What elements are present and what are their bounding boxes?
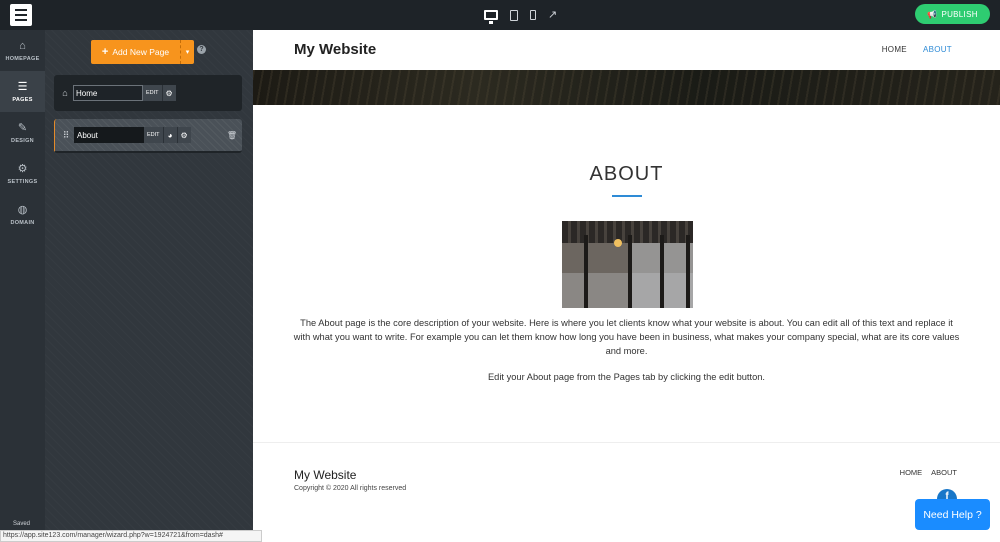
page-row-about[interactable]: ⠿ EDIT ◕ ⚙ 🗑 xyxy=(54,119,242,153)
saved-status: Saved xyxy=(13,521,31,527)
need-help-button[interactable]: Need Help ? xyxy=(915,499,990,530)
brush-icon: ✎ xyxy=(17,121,28,134)
header-banner-image xyxy=(253,70,1000,105)
trash-icon[interactable]: 🗑 xyxy=(227,131,237,140)
nav-settings[interactable]: ⚙ SETTINGS xyxy=(0,153,45,194)
pages-panel: + Add New Page ▾ ? ⌂ EDIT ⚙ ⠿ EDIT ◕ ⚙ 🗑 xyxy=(45,30,253,542)
site-title[interactable]: My Website xyxy=(294,41,376,58)
top-toolbar: ↗ 📢 PUBLISH xyxy=(0,0,1000,30)
page-name-input-home[interactable] xyxy=(73,85,143,101)
footer-nav-about[interactable]: ABOUT xyxy=(931,468,957,477)
gear-icon[interactable]: ⚙ xyxy=(161,85,176,101)
gear-icon[interactable]: ⚙ xyxy=(176,127,191,143)
site-nav-home[interactable]: HOME xyxy=(882,45,907,54)
home-icon: ⌂ xyxy=(19,39,26,52)
footer-divider xyxy=(253,442,1000,443)
nav-design[interactable]: ✎ DESIGN xyxy=(0,112,45,153)
drag-handle-icon[interactable]: ⠿ xyxy=(58,130,74,141)
desktop-icon[interactable] xyxy=(484,10,498,24)
site-nav-about[interactable]: ABOUT xyxy=(923,45,952,54)
palette-icon[interactable]: ◕ xyxy=(162,127,177,143)
plus-icon: + xyxy=(101,46,109,58)
edit-page-button[interactable]: EDIT xyxy=(144,127,163,143)
website-preview: My Website HOME ABOUT ABOUT The About pa… xyxy=(253,30,1000,542)
site123-logo[interactable] xyxy=(10,4,32,26)
add-page-button-group: + Add New Page ▾ xyxy=(91,40,194,64)
nav-domain[interactable]: ◍ DOMAIN xyxy=(0,194,45,235)
device-preview-switcher: ↗ xyxy=(484,7,557,24)
external-link-icon[interactable]: ↗ xyxy=(548,7,557,23)
nav-pages[interactable]: ☰ PAGES xyxy=(0,71,45,112)
globe-icon: ◍ xyxy=(17,203,28,216)
publish-button[interactable]: 📢 PUBLISH xyxy=(915,4,990,24)
about-edit-hint: Edit your About page from the Pages tab … xyxy=(487,372,765,382)
site-header: My Website HOME ABOUT xyxy=(253,30,1000,70)
tablet-icon[interactable] xyxy=(510,9,518,21)
browser-status-url: https://app.site123.com/manager/wizard.p… xyxy=(0,530,262,542)
caret-down-icon: ▾ xyxy=(185,49,190,56)
megaphone-icon: 📢 xyxy=(927,9,938,19)
nav-homepage[interactable]: ⌂ HOMEPAGE xyxy=(0,30,45,71)
footer-nav: HOME ABOUT xyxy=(900,468,957,477)
footer-site-title: My Website xyxy=(294,468,357,482)
footer-copyright: Copyright © 2020 All rights reserved xyxy=(294,485,407,492)
publish-label: PUBLISH xyxy=(941,9,978,19)
office-corridor-image xyxy=(562,221,693,308)
add-new-page-button[interactable]: + Add New Page xyxy=(91,40,180,64)
home-icon: ⌂ xyxy=(62,88,68,98)
help-icon[interactable]: ? xyxy=(197,45,206,54)
about-heading: ABOUT xyxy=(589,163,664,185)
about-description: The About page is the core description o… xyxy=(293,318,960,356)
site-nav: HOME ABOUT xyxy=(882,45,952,54)
left-navigation: ⌂ HOMEPAGE ☰ PAGES ✎ DESIGN ⚙ SETTINGS ◍… xyxy=(0,30,45,542)
page-name-input-about[interactable] xyxy=(74,127,144,143)
footer-nav-home[interactable]: HOME xyxy=(900,468,923,477)
gear-icon: ⚙ xyxy=(17,162,28,175)
page-row-home: ⌂ EDIT ⚙ xyxy=(54,75,242,111)
add-page-dropdown-button[interactable]: ▾ xyxy=(180,40,194,64)
heading-divider xyxy=(612,195,642,197)
phone-icon[interactable] xyxy=(530,10,536,20)
pages-icon: ☰ xyxy=(17,80,28,93)
edit-page-button[interactable]: EDIT xyxy=(143,85,162,101)
